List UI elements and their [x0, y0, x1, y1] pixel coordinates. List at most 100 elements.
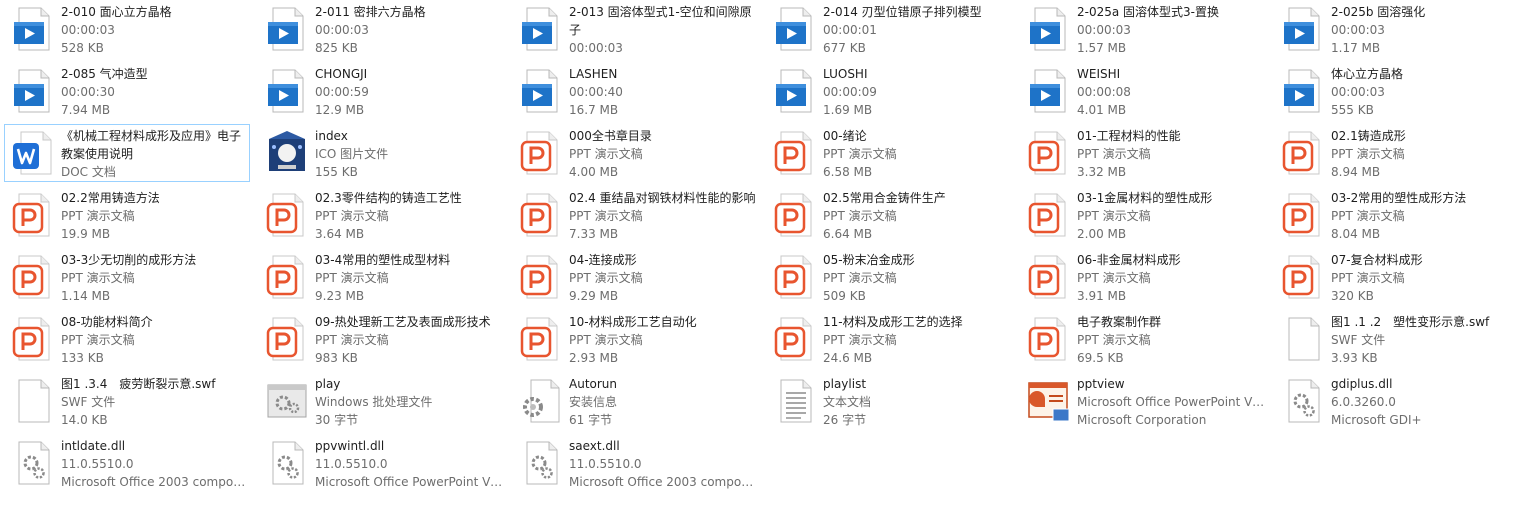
file-item[interactable]: 02.4 重结晶对钢铁材料性能的影响 PPT 演示文稿 7.33 MB: [512, 186, 758, 244]
ppt-icon: [773, 315, 817, 363]
file-name: index: [315, 129, 348, 143]
file-item[interactable]: intldate.dll 11.0.5510.0 Microsoft Office …: [4, 434, 250, 492]
ppt-icon: [265, 253, 309, 301]
video-icon: [1281, 67, 1325, 115]
file-type: PPT 演示文稿: [315, 271, 389, 285]
file-item[interactable]: 11-材料及成形工艺的选择 PPT 演示文稿 24.6 MB: [766, 310, 1012, 368]
file-name: 2-010 面心立方晶格: [61, 5, 172, 19]
file-type: 11.0.5510.0: [569, 457, 642, 471]
file-type: PPT 演示文稿: [61, 271, 135, 285]
file-item[interactable]: 04-连接成形 PPT 演示文稿 9.29 MB: [512, 248, 758, 306]
file-item[interactable]: LASHEN 00:00:40 16.7 MB: [512, 62, 758, 120]
file-type: 00:00:03: [1331, 23, 1385, 37]
file-type: Microsoft Office PowerPoint Vi...: [1077, 395, 1265, 409]
file-item[interactable]: CHONGJI 00:00:59 12.9 MB: [258, 62, 504, 120]
file-item[interactable]: 05-粉末冶金成形 PPT 演示文稿 509 KB: [766, 248, 1012, 306]
ppt-icon: [1027, 253, 1071, 301]
file-item[interactable]: 02.3零件结构的铸造工艺性 PPT 演示文稿 3.64 MB: [258, 186, 504, 244]
file-name: 03-3少无切削的成形方法: [61, 253, 197, 267]
file-name: 体心立方晶格: [1331, 67, 1404, 81]
file-item[interactable]: 09-热处理新工艺及表面成形技术 PPT 演示文稿 983 KB: [258, 310, 504, 368]
file-type: PPT 演示文稿: [569, 209, 643, 223]
file-grid: 2-010 面心立方晶格 00:00:03 528 KB 2-011 密排六方晶格 0…: [0, 0, 1522, 517]
file-name: CHONGJI: [315, 67, 368, 81]
file-item[interactable]: 10-材料成形工艺自动化 PPT 演示文稿 2.93 MB: [512, 310, 758, 368]
file-item[interactable]: 2-025a 固溶体型式3-置换 00:00:03 1.57 MB: [1020, 0, 1266, 58]
file-item[interactable]: 图1 .3.4 疲劳断裂示意.swf SWF 文件 14.0 KB: [4, 372, 250, 430]
file-item[interactable]: 电子教案制作群 PPT 演示文稿 69.5 KB: [1020, 310, 1266, 368]
file-size: 9.23 MB: [315, 289, 365, 303]
file-item[interactable]: 2-085 气冲造型 00:00:30 7.94 MB: [4, 62, 250, 120]
file-size: 3.91 MB: [1077, 289, 1127, 303]
file-item[interactable]: 2-011 密排六方晶格 00:00:03 825 KB: [258, 0, 504, 58]
file-item[interactable]: 02.5常用合金铸件生产 PPT 演示文稿 6.64 MB: [766, 186, 1012, 244]
file-item[interactable]: index ICO 图片文件 155 KB: [258, 124, 504, 182]
file-item[interactable]: 2-013 固溶体型式1-空位和间隙原子 00:00:03: [512, 0, 758, 58]
file-item[interactable]: 02.1铸造成形 PPT 演示文稿 8.94 MB: [1274, 124, 1520, 182]
file-size: 6.58 MB: [823, 165, 873, 179]
file-size: 9.29 MB: [569, 289, 619, 303]
file-size: 4.00 MB: [569, 165, 619, 179]
ico-image-icon: [265, 129, 309, 177]
file-size: 555 KB: [1331, 103, 1374, 117]
file-item[interactable]: saext.dll 11.0.5510.0 Microsoft Office 200…: [512, 434, 758, 492]
file-item[interactable]: 2-014 刃型位错原子排列模型 00:00:01 677 KB: [766, 0, 1012, 58]
file-item[interactable]: 体心立方晶格 00:00:03 555 KB: [1274, 62, 1520, 120]
dll-icon: [1281, 377, 1325, 425]
file-item[interactable]: 《机械工程材料成形及应用》电子教案使用说明 DOC 文档: [4, 124, 250, 182]
file-item[interactable]: WEISHI 00:00:08 4.01 MB: [1020, 62, 1266, 120]
file-name: pptview: [1077, 377, 1125, 391]
file-size: 133 KB: [61, 351, 104, 365]
file-name: 10-材料成形工艺自动化: [569, 315, 697, 329]
file-name: play: [315, 377, 341, 391]
pptview-app-icon: [1027, 377, 1071, 425]
file-item[interactable]: 2-010 面心立方晶格 00:00:03 528 KB: [4, 0, 250, 58]
file-item[interactable]: 07-复合材料成形 PPT 演示文稿 320 KB: [1274, 248, 1520, 306]
file-type: PPT 演示文稿: [1077, 209, 1151, 223]
file-type: 00:00:03: [61, 23, 115, 37]
file-size: 8.94 MB: [1331, 165, 1381, 179]
file-item[interactable]: 000全书章目录 PPT 演示文稿 4.00 MB: [512, 124, 758, 182]
file-name: 02.3零件结构的铸造工艺性: [315, 191, 462, 205]
file-item[interactable]: 2-025b 固溶强化 00:00:03 1.17 MB: [1274, 0, 1520, 58]
file-name: WEISHI: [1077, 67, 1121, 81]
file-size: 2.00 MB: [1077, 227, 1127, 241]
ppt-icon: [265, 191, 309, 239]
file-size: 6.64 MB: [823, 227, 873, 241]
file-item[interactable]: 01-工程材料的性能 PPT 演示文稿 3.32 MB: [1020, 124, 1266, 182]
file-item[interactable]: 02.2常用铸造方法 PPT 演示文稿 19.9 MB: [4, 186, 250, 244]
file-size: 26 字节: [823, 413, 867, 427]
file-name: 08-功能材料简介: [61, 315, 153, 329]
file-item[interactable]: 03-3少无切削的成形方法 PPT 演示文稿 1.14 MB: [4, 248, 250, 306]
ppt-icon: [773, 253, 817, 301]
file-item[interactable]: 图1 .1 .2 塑性变形示意.swf SWF 文件 3.93 KB: [1274, 310, 1520, 368]
file-item[interactable]: ppvwintl.dll 11.0.5510.0 Microsoft Office …: [258, 434, 504, 492]
blank-file-icon: [11, 377, 55, 425]
file-item[interactable]: 06-非金属材料成形 PPT 演示文稿 3.91 MB: [1020, 248, 1266, 306]
file-item[interactable]: Autorun 安装信息 61 字节: [512, 372, 758, 430]
file-type: SWF 文件: [61, 395, 116, 409]
file-item[interactable]: playlist 文本文档 26 字节: [766, 372, 1012, 430]
blank-file-icon: [1281, 315, 1325, 363]
file-item[interactable]: play Windows 批处理文件 30 字节: [258, 372, 504, 430]
file-item[interactable]: LUOSHI 00:00:09 1.69 MB: [766, 62, 1012, 120]
file-type: PPT 演示文稿: [823, 209, 897, 223]
file-item[interactable]: 03-2常用的塑性成形方法 PPT 演示文稿 8.04 MB: [1274, 186, 1520, 244]
file-size: 7.94 MB: [61, 103, 111, 117]
file-item[interactable]: 08-功能材料简介 PPT 演示文稿 133 KB: [4, 310, 250, 368]
file-type: 00:00:01: [823, 23, 877, 37]
file-item[interactable]: 03-4常用的塑性成型材料 PPT 演示文稿 9.23 MB: [258, 248, 504, 306]
file-type: 安装信息: [569, 395, 618, 409]
file-size: 8.04 MB: [1331, 227, 1381, 241]
file-size: 2.93 MB: [569, 351, 619, 365]
file-item[interactable]: 03-1金属材料的塑性成形 PPT 演示文稿 2.00 MB: [1020, 186, 1266, 244]
file-item[interactable]: gdiplus.dll 6.0.3260.0 Microsoft GDI+: [1274, 372, 1520, 430]
file-size: 19.9 MB: [61, 227, 111, 241]
file-name: 07-复合材料成形: [1331, 253, 1423, 267]
file-type: PPT 演示文稿: [61, 333, 135, 347]
file-item[interactable]: 00-绪论 PPT 演示文稿 6.58 MB: [766, 124, 1012, 182]
file-name: 03-4常用的塑性成型材料: [315, 253, 451, 267]
ppt-icon: [1281, 253, 1325, 301]
file-item[interactable]: pptview Microsoft Office PowerPoint Vi...…: [1020, 372, 1266, 430]
file-size: Microsoft GDI+: [1331, 413, 1422, 427]
